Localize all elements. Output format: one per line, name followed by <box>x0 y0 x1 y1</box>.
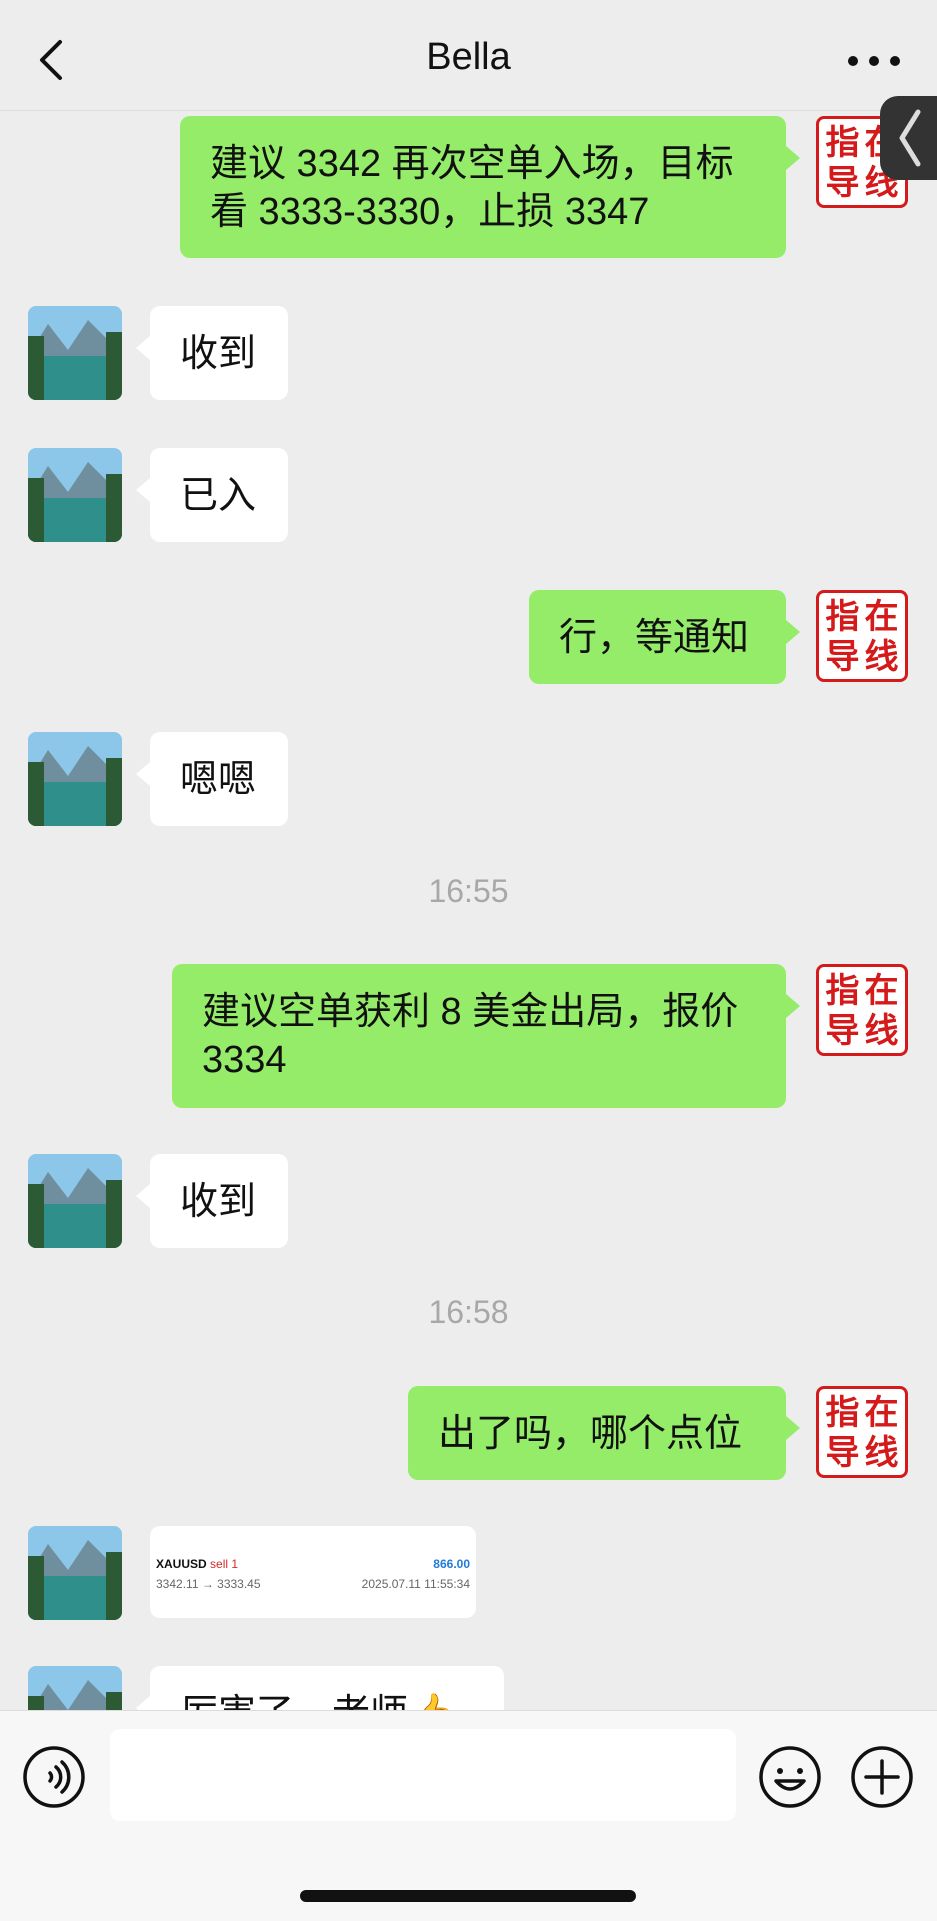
seal-char: 导 <box>825 1011 860 1051</box>
chat-header: Bella <box>0 0 937 111</box>
message-text: 出了吗，哪个点位 <box>438 1413 743 1455</box>
message-text: 行，等通知 <box>559 617 750 659</box>
plus-icon <box>851 1746 913 1808</box>
message-text: 已入 <box>180 475 257 517</box>
emoji-icon <box>759 1746 821 1808</box>
message-bubble-outgoing[interactable]: 行，等通知 <box>529 590 800 684</box>
seal-char: 在 <box>864 1393 899 1433</box>
message-bubble-incoming[interactable]: 收到 <box>136 306 288 400</box>
timestamp: 16:58 <box>428 1294 509 1330</box>
ellipsis-icon <box>848 56 900 66</box>
message-text: 建议空单获利 8 美金出局，报价 3334 <box>202 991 739 1081</box>
chat-title: Bella <box>426 36 511 78</box>
message-bubble-outgoing[interactable]: 建议空单获利 8 美金出局，报价 3334 <box>172 964 800 1108</box>
trade-side: sell 1 <box>210 1557 239 1571</box>
landscape-avatar-image <box>28 732 122 826</box>
more-button[interactable] <box>839 36 909 86</box>
trade-datetime: 2025.07.11 11:55:34 <box>361 1577 470 1591</box>
more-functions-button[interactable] <box>850 1745 914 1809</box>
landscape-avatar-image <box>28 1154 122 1248</box>
seal-char: 线 <box>864 1011 899 1051</box>
avatar[interactable] <box>28 1154 122 1248</box>
trade-screenshot-card[interactable]: XAUUSD sell 1 866.00 3342.11 → 3333.45 2… <box>150 1526 476 1618</box>
seal-char: 指 <box>825 123 860 163</box>
seal-char: 指 <box>825 1393 860 1433</box>
landscape-avatar-image <box>28 1526 122 1620</box>
seal-char: 在 <box>864 971 899 1011</box>
message-text: 收到 <box>180 1181 257 1223</box>
avatar[interactable] <box>28 306 122 400</box>
message-bubble-incoming[interactable]: 嗯嗯 <box>136 732 288 826</box>
message-bubble-outgoing[interactable]: 出了吗，哪个点位 <box>408 1386 800 1480</box>
trade-symbol: XAUUSD <box>156 1557 207 1571</box>
voice-icon <box>23 1746 85 1808</box>
seal-char: 指 <box>825 597 860 637</box>
message-text: 建议 3342 再次空单入场，目标看 3333-3330，止损 3347 <box>210 143 734 233</box>
emoji-button[interactable] <box>758 1745 822 1809</box>
trade-prices: 3342.11 → 3333.45 <box>156 1577 261 1591</box>
timestamp: 16:55 <box>428 873 509 909</box>
avatar-seal[interactable]: 指 在 导 线 <box>816 964 908 1056</box>
message-text: 厉害了，老师👍 <box>180 1693 455 1710</box>
avatar[interactable] <box>28 448 122 542</box>
avatar-seal[interactable]: 指 在 导 线 <box>816 1386 908 1478</box>
seal-char: 线 <box>864 1433 899 1473</box>
seal-char: 导 <box>825 1433 860 1473</box>
floating-side-tab[interactable] <box>880 96 937 180</box>
seal-char: 导 <box>825 163 860 203</box>
message-text: 嗯嗯 <box>180 759 257 801</box>
avatar[interactable] <box>28 732 122 826</box>
trade-row-top: XAUUSD sell 1 866.00 <box>156 1554 470 1574</box>
avatar[interactable] <box>28 1666 122 1710</box>
landscape-avatar-image <box>28 448 122 542</box>
chevron-left-icon <box>899 109 921 167</box>
landscape-avatar-image <box>28 1666 122 1710</box>
message-bubble-outgoing[interactable]: 建议 3342 再次空单入场，目标看 3333-3330，止损 3347 <box>180 116 800 258</box>
trade-row-bottom: 3342.11 → 3333.45 2025.07.11 11:55:34 <box>156 1574 470 1594</box>
trade-profit: 866.00 <box>433 1557 470 1571</box>
chat-messages[interactable]: 建议 3342 再次空单入场，目标看 3333-3330，止损 3347 指 在… <box>0 110 937 1710</box>
avatar[interactable] <box>28 1526 122 1620</box>
landscape-avatar-image <box>28 306 122 400</box>
message-text: 收到 <box>180 333 257 375</box>
message-bubble-incoming[interactable]: 已入 <box>136 448 288 542</box>
seal-char: 指 <box>825 971 860 1011</box>
seal-char: 在 <box>864 597 899 637</box>
seal-char: 导 <box>825 637 860 677</box>
seal-char: 线 <box>864 637 899 677</box>
avatar-seal[interactable]: 指 在 导 线 <box>816 590 908 682</box>
voice-button[interactable] <box>22 1745 86 1809</box>
message-bubble-incoming[interactable]: 收到 <box>136 1154 288 1248</box>
message-input[interactable] <box>110 1729 736 1821</box>
message-bubble-incoming[interactable]: 厉害了，老师👍 <box>136 1666 504 1710</box>
home-indicator <box>300 1890 636 1902</box>
chat-input-bar <box>0 1710 937 1921</box>
